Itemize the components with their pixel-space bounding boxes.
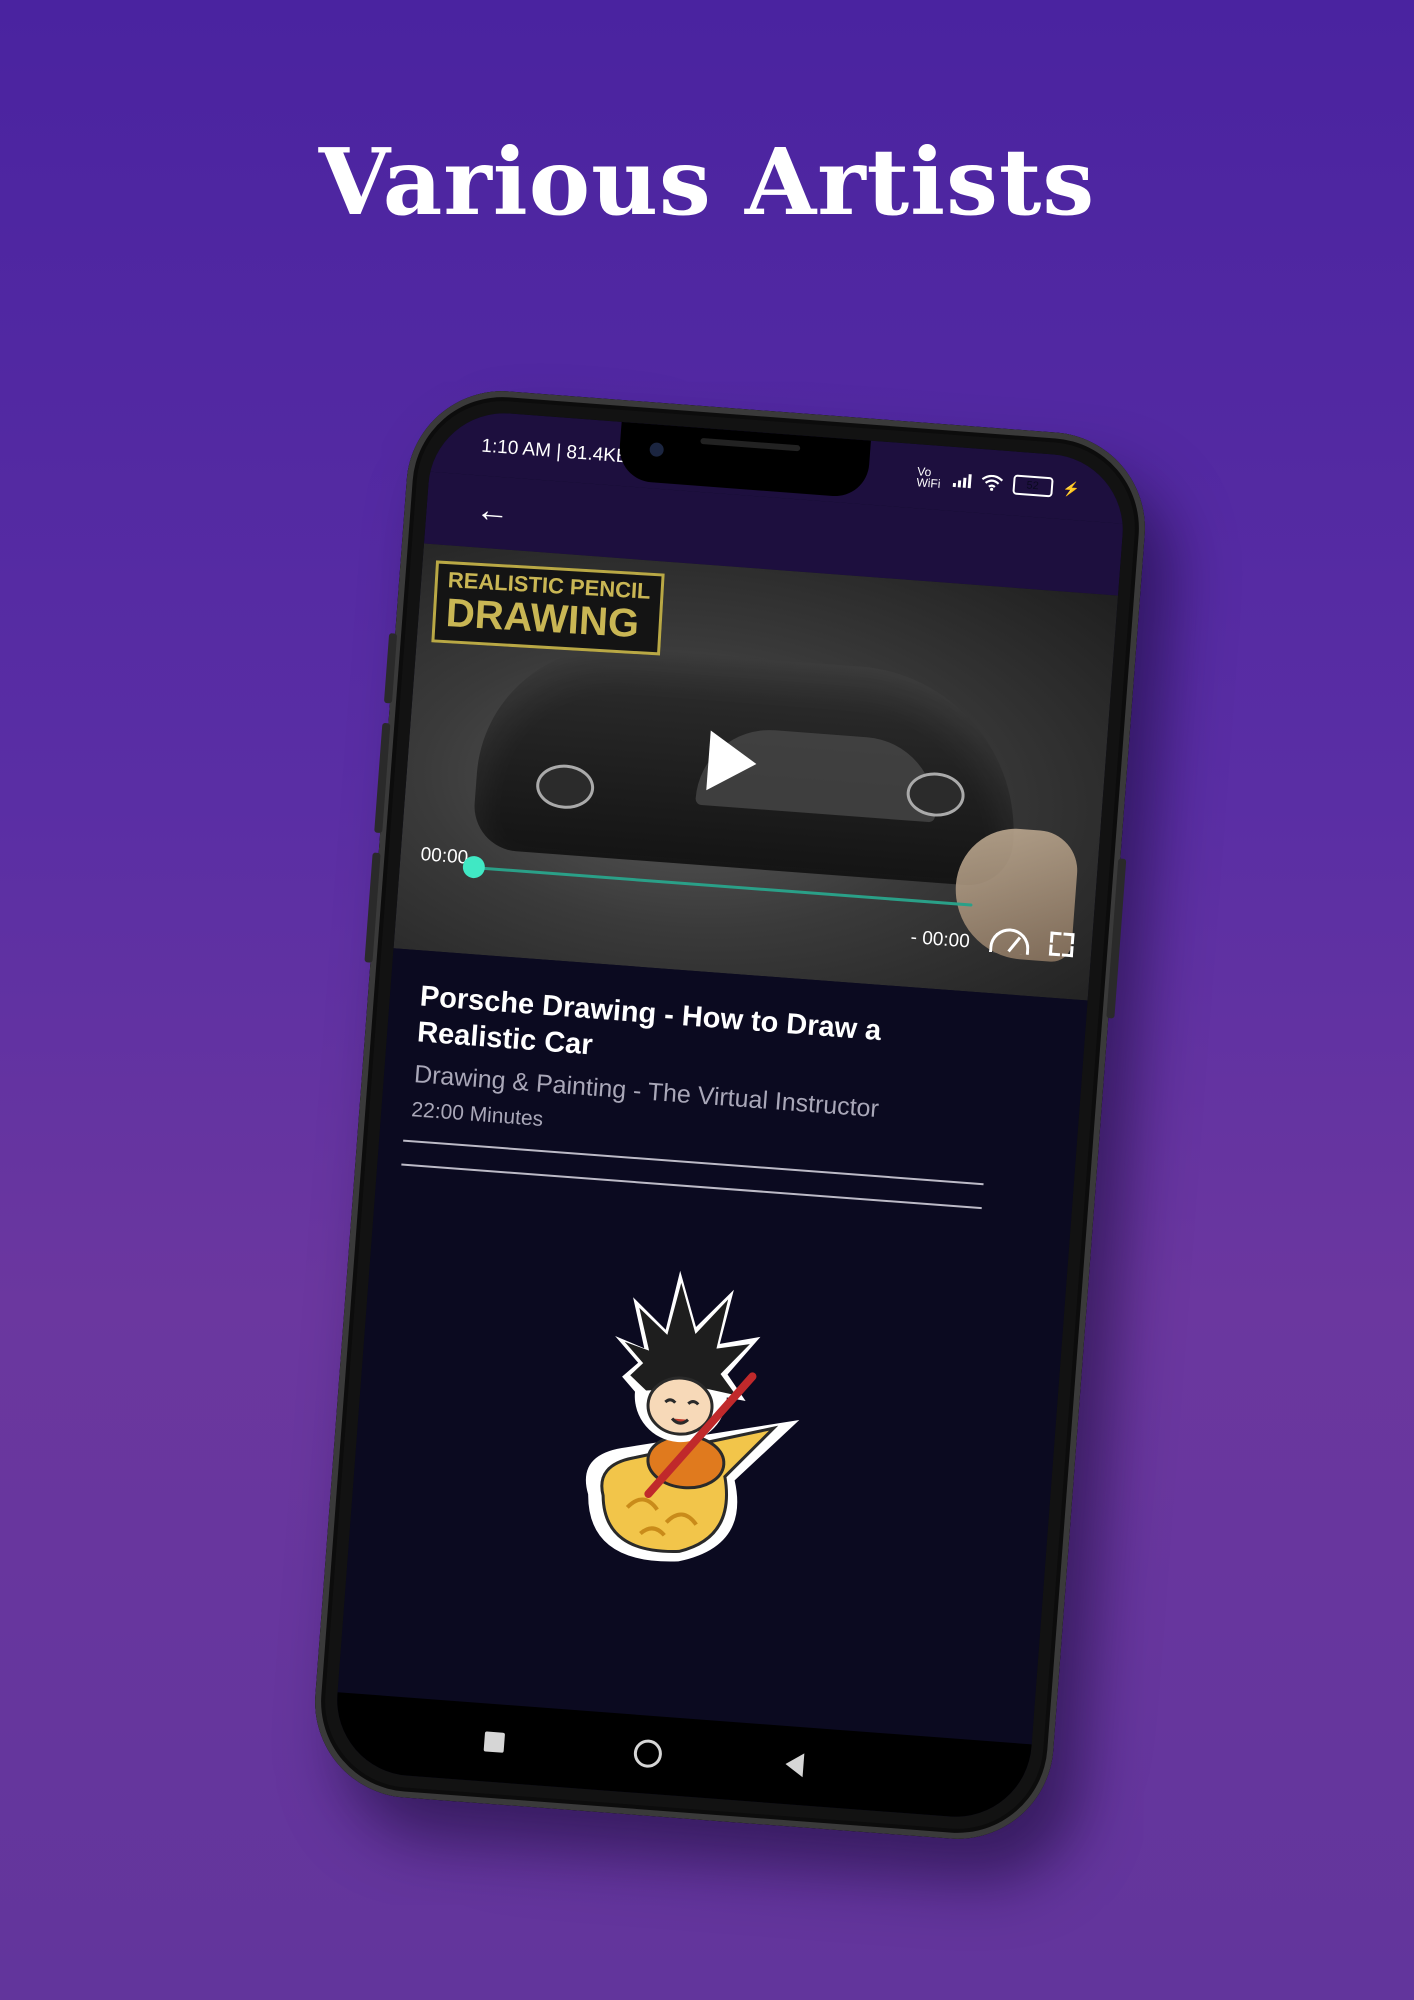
video-player[interactable]: REALISTIC PENCIL DRAWING 00:00 - 00:00 (393, 543, 1119, 1001)
play-icon[interactable] (706, 730, 759, 794)
charging-icon: ⚡ (1061, 479, 1081, 497)
earpiece (700, 437, 801, 452)
phone-frame: 1:10 AM | 81.4KB/ Vo WiFi 52 ⚡ ← REALIST… (308, 384, 1152, 1846)
seek-handle[interactable] (462, 855, 486, 879)
phone-side-button (383, 633, 398, 704)
thumbnail-title-badge: REALISTIC PENCIL DRAWING (431, 560, 665, 656)
remaining-time: - 00:00 (909, 927, 971, 953)
arrow-left-icon: ← (474, 490, 512, 531)
thumbnail-title-big: DRAWING (444, 591, 641, 647)
battery-icon: 52 (1011, 474, 1054, 498)
wifi-icon (981, 474, 1003, 491)
fullscreen-icon[interactable] (1048, 931, 1075, 958)
front-camera (649, 442, 665, 458)
divider (401, 1163, 982, 1210)
divider (403, 1139, 984, 1186)
phone-mockup: 1:10 AM | 81.4KB/ Vo WiFi 52 ⚡ ← REALIST… (308, 384, 1152, 1846)
back-button[interactable]: ← (469, 487, 516, 534)
recent-apps-icon[interactable] (483, 1731, 506, 1753)
goku-sticker-image (585, 1270, 800, 1562)
home-icon[interactable] (632, 1738, 663, 1769)
battery-level: 52 (1026, 479, 1040, 493)
status-time: 1:10 AM | 81.4KB/ (480, 435, 635, 468)
phone-screen: 1:10 AM | 81.4KB/ Vo WiFi 52 ⚡ ← REALIST… (331, 407, 1129, 1823)
video-duration: 22:00 Minutes (410, 1098, 544, 1131)
vowifi-label: Vo WiFi (916, 464, 941, 491)
phone-side-button (374, 722, 391, 834)
status-icons: Vo WiFi 52 ⚡ (916, 464, 1081, 500)
headline: Various Artists (318, 128, 1096, 236)
back-triangle-icon[interactable] (784, 1752, 805, 1778)
phone-side-button (364, 852, 381, 963)
phone-side-button (1106, 858, 1127, 1019)
signal-icon (952, 473, 972, 489)
elapsed-time: 00:00 (419, 844, 469, 869)
video-details: Porsche Drawing - How to Draw a Realisti… (331, 948, 1088, 1823)
